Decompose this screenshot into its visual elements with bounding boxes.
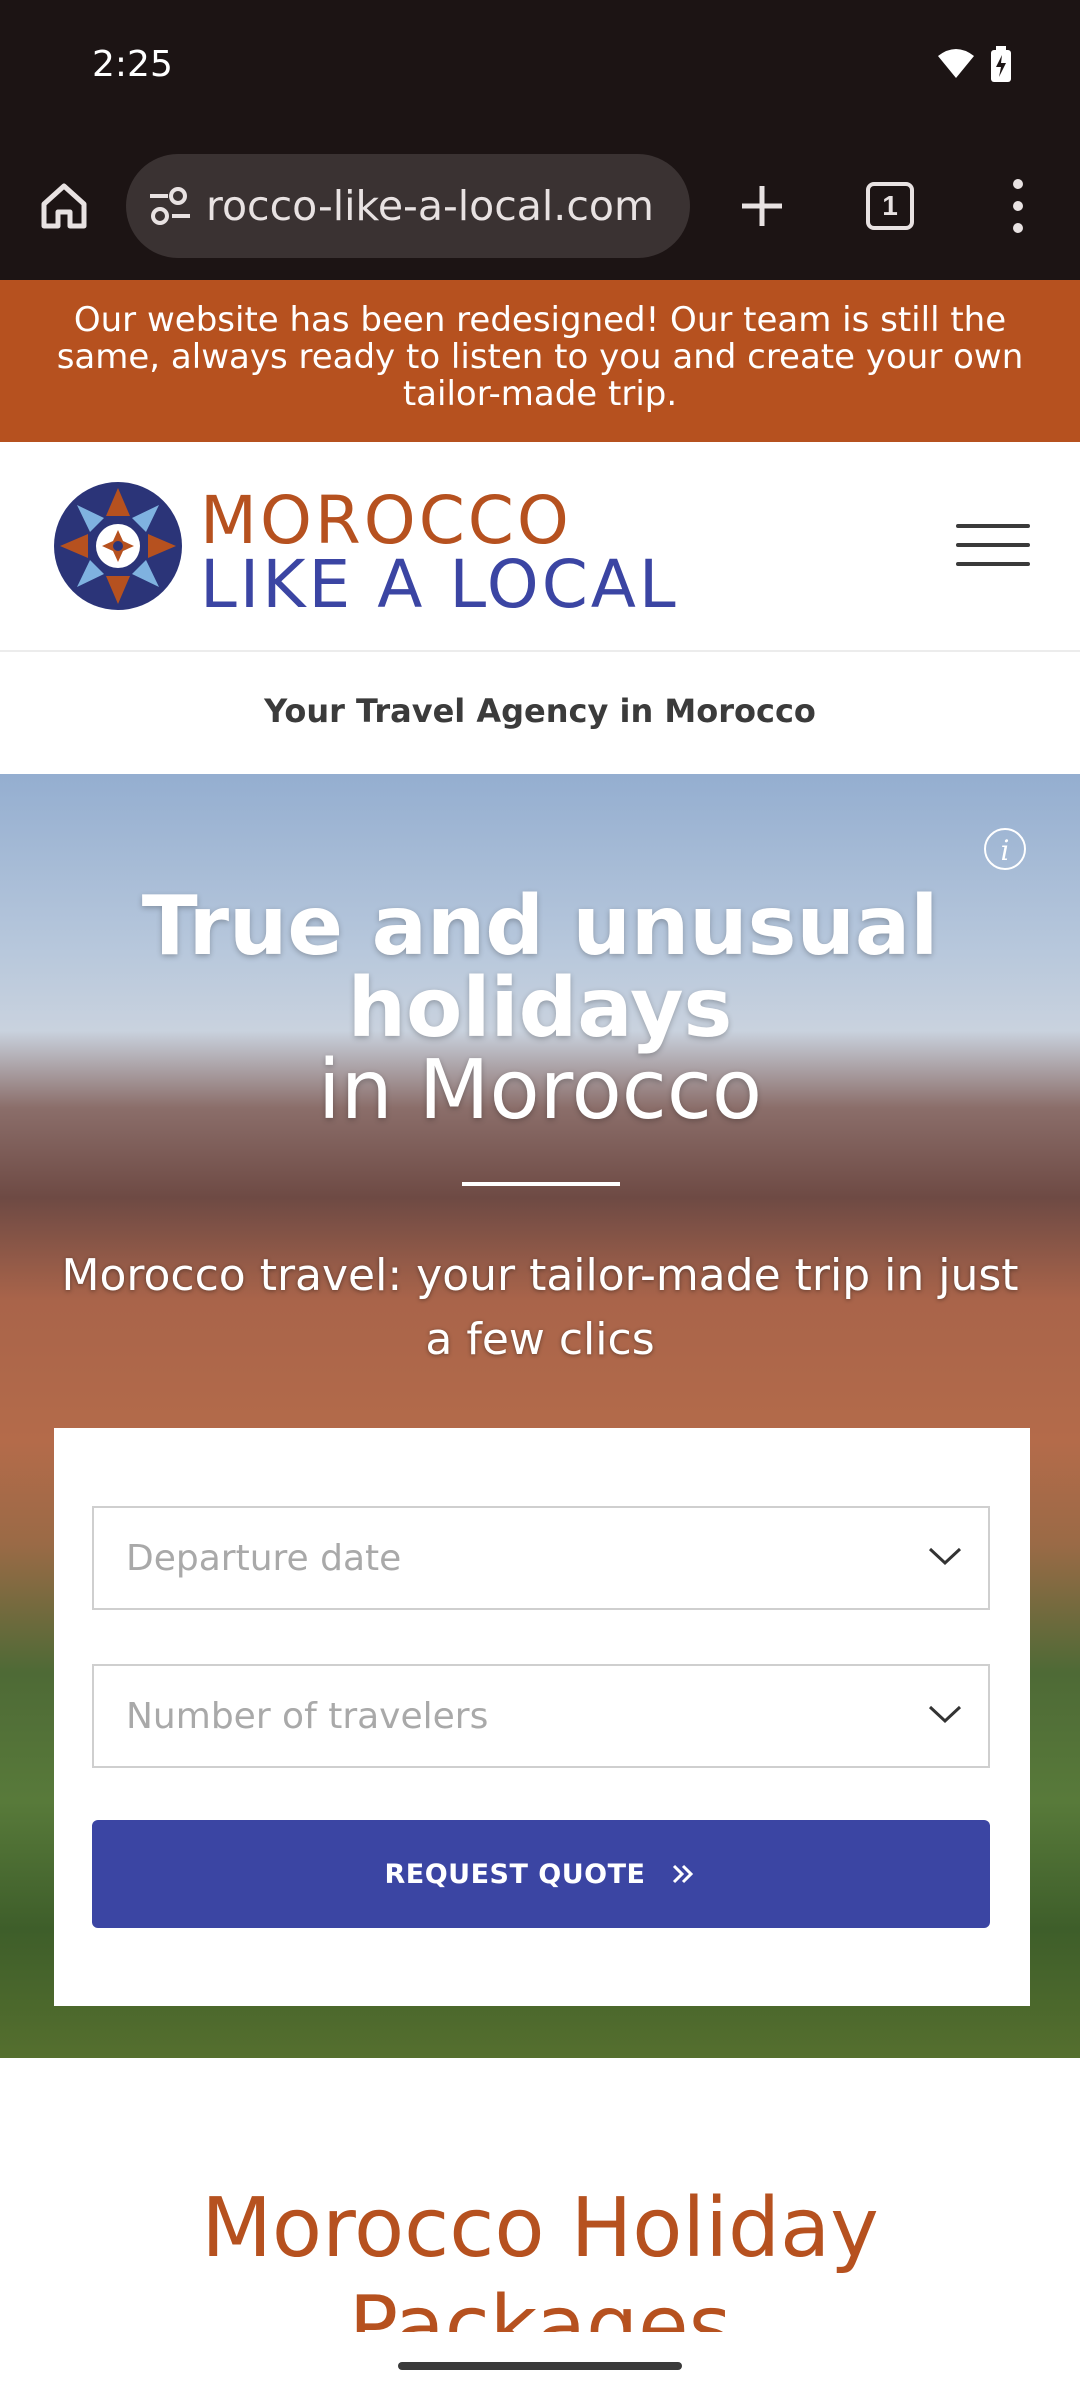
status-icons [936,46,1012,82]
hamburger-menu-icon[interactable] [956,524,1030,570]
tab-switcher-button[interactable]: 1 [866,182,914,230]
logo-mosaic-icon[interactable] [50,478,186,614]
hero-title-line3: in Morocco [317,1043,763,1138]
request-quote-label: REQUEST QUOTE [384,1858,646,1890]
chevron-down-icon [928,1547,962,1566]
tagline: Your Travel Agency in Morocco [0,652,1080,774]
travelers-select[interactable]: Number of travelers [92,1664,990,1768]
request-quote-button[interactable]: REQUEST QUOTE [92,1820,990,1928]
site-settings-icon[interactable] [148,186,192,226]
new-tab-icon[interactable] [734,178,790,234]
gesture-handle[interactable] [398,2362,682,2370]
address-bar[interactable]: rocco-like-a-local.com [126,154,690,258]
hero-title: True and unusual holidays in Morocco [0,886,1080,1132]
hero-title-line1: True and unusual [141,879,939,974]
departure-date-placeholder: Departure date [126,1538,402,1579]
quote-form: Departure date Number of travelers REQUE… [54,1428,1030,2006]
browser-toolbar: rocco-like-a-local.com 1 [0,130,1080,280]
info-icon[interactable]: i [984,828,1026,870]
battery-icon [991,46,1011,82]
double-arrow-right-icon [672,1864,693,1884]
home-icon[interactable] [36,178,92,234]
logo-text-line2[interactable]: LIKE A LOCAL [200,546,679,623]
departure-date-select[interactable]: Departure date [92,1506,990,1610]
wifi-icon [938,49,974,78]
chevron-down-icon [928,1705,962,1724]
hero-title-line2: holidays [347,961,733,1056]
travelers-placeholder: Number of travelers [126,1696,489,1737]
more-menu-icon[interactable] [1000,174,1036,238]
status-bar: 2:25 [0,0,1080,130]
status-time: 2:25 [92,44,173,85]
hero-subtitle: Morocco travel: your tailor-made trip in… [61,1250,1019,1365]
url-text[interactable]: rocco-like-a-local.com [206,182,686,230]
announcement-banner: Our website has been redesigned! Our tea… [0,280,1080,442]
site-header: MOROCCO LIKE A LOCAL [0,442,1080,652]
section-title: Morocco Holiday Packages [201,2181,879,2332]
hero-divider [462,1182,620,1186]
